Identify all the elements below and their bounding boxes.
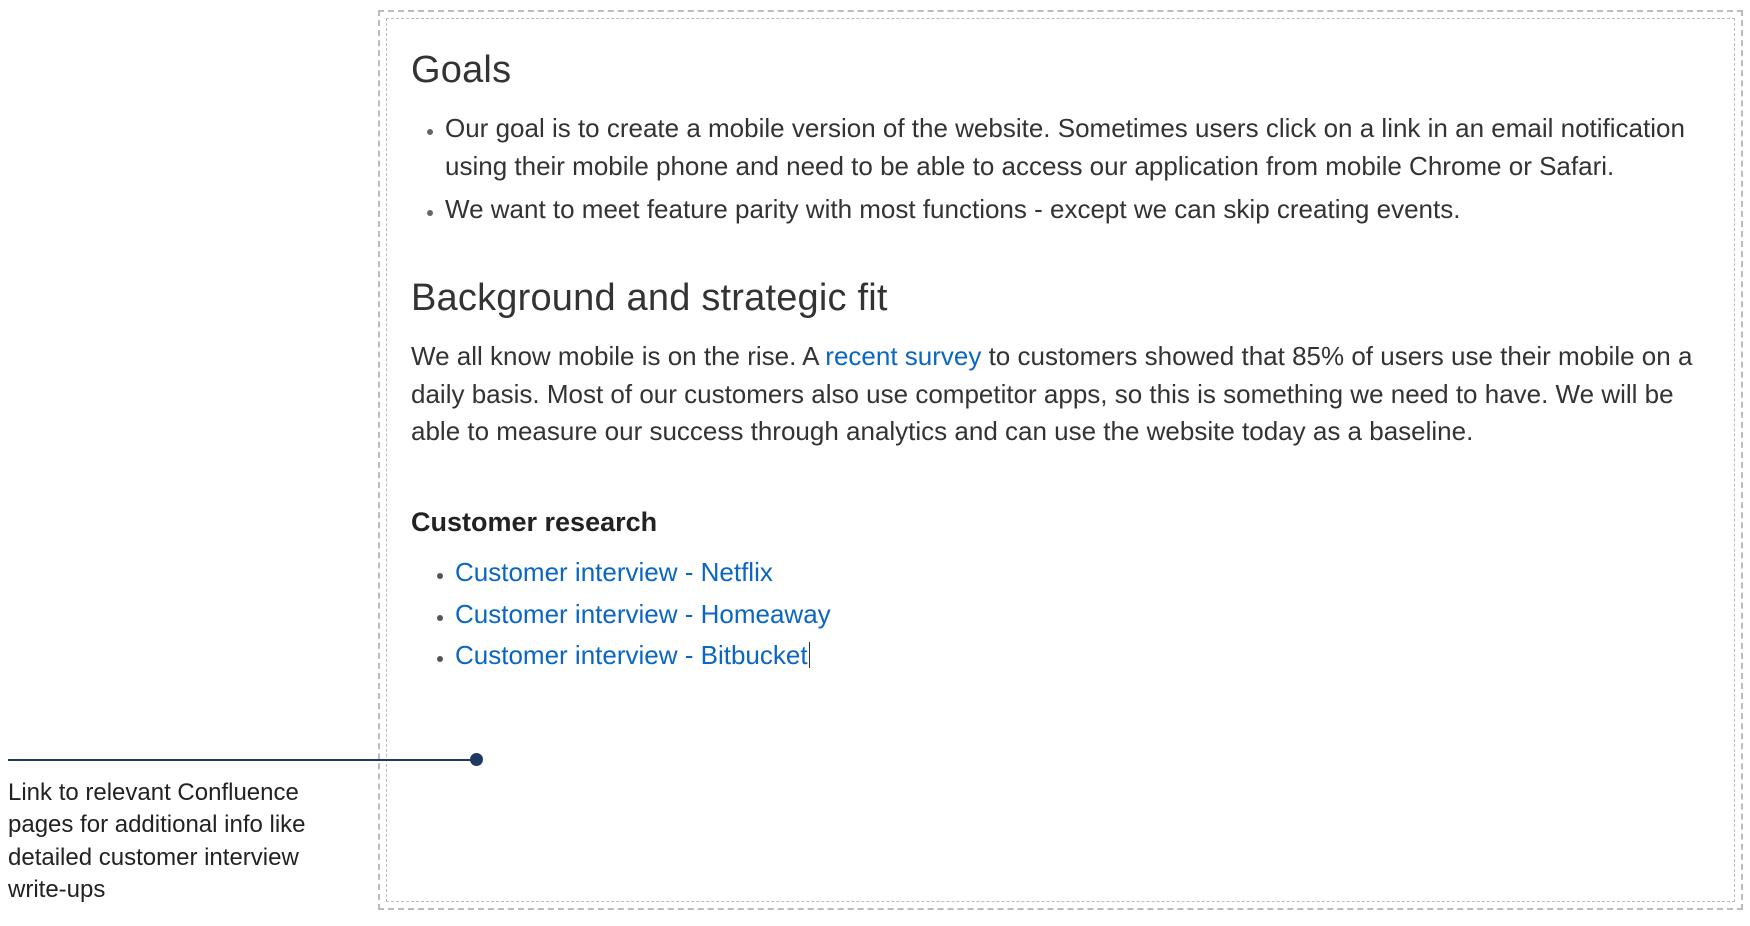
customer-interview-link[interactable]: Customer interview - Bitbucket	[455, 640, 808, 670]
customer-interview-link[interactable]: Customer interview - Homeaway	[455, 599, 831, 629]
recent-survey-link[interactable]: recent survey	[825, 341, 981, 371]
heading-goals: Goals	[411, 49, 1710, 92]
heading-customer-research: Customer research	[411, 507, 1710, 538]
research-links-list: Customer interview - Netflix Customer in…	[455, 552, 1710, 677]
annotation-connector-dot-icon	[470, 753, 483, 766]
document-frame-outer: Goals Our goal is to create a mobile ver…	[378, 10, 1743, 910]
heading-background: Background and strategic fit	[411, 277, 1710, 320]
annotation-connector-line	[8, 759, 474, 761]
research-link-item: Customer interview - Homeaway	[455, 594, 1710, 636]
text-cursor-icon	[809, 642, 810, 668]
goals-item: We want to meet feature parity with most…	[445, 191, 1710, 229]
canvas: Goals Our goal is to create a mobile ver…	[0, 0, 1750, 926]
background-paragraph: We all know mobile is on the rise. A rec…	[411, 338, 1710, 451]
goals-list: Our goal is to create a mobile version o…	[445, 110, 1710, 229]
customer-interview-link[interactable]: Customer interview - Netflix	[455, 557, 773, 587]
goals-item: Our goal is to create a mobile version o…	[445, 110, 1710, 185]
annotation-text: Link to relevant Confluence pages for ad…	[8, 777, 348, 907]
research-link-item: Customer interview - Bitbucket	[455, 635, 1710, 677]
research-link-item: Customer interview - Netflix	[455, 552, 1710, 594]
document-frame-inner[interactable]: Goals Our goal is to create a mobile ver…	[386, 18, 1735, 902]
background-text-before: We all know mobile is on the rise. A	[411, 341, 825, 371]
